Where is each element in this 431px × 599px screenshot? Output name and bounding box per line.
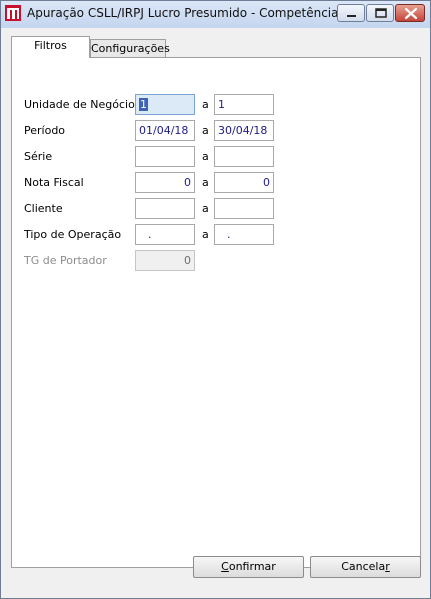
minimize-button[interactable] [337, 4, 365, 22]
range-separator: a [202, 150, 209, 163]
range-separator: a [202, 176, 209, 189]
periodo-from-input[interactable]: 01/04/18 [135, 120, 195, 141]
close-button[interactable] [395, 4, 425, 22]
cancel-button[interactable]: Cancelar [310, 556, 421, 578]
nota-fiscal-label: Nota Fiscal [24, 176, 84, 189]
tipo-operacao-label: Tipo de Operação [24, 228, 122, 241]
range-separator: a [202, 202, 209, 215]
serie-label: Série [24, 150, 53, 163]
cliente-label: Cliente [24, 202, 63, 215]
window-title: Apuração CSLL/IRPJ Lucro Presumido - Com… [27, 6, 339, 20]
minimize-icon [347, 15, 356, 17]
nota-fiscal-to-input[interactable]: 0 [214, 172, 274, 193]
periodo-label: Período [24, 124, 66, 137]
periodo-to-input[interactable]: 30/04/18 [214, 120, 274, 141]
unidade-negocio-label: Unidade de Negócio [24, 98, 135, 111]
tipo-operacao-from-input[interactable]: . [135, 224, 195, 245]
tab-filtros[interactable]: Filtros [11, 36, 90, 58]
unidade-negocio-from-input[interactable]: 1 [135, 94, 195, 115]
filters-panel: Unidade de Negócio 1 a 1 Período 01/04/1… [11, 57, 421, 568]
app-logo-icon [5, 5, 21, 21]
maximize-button[interactable] [366, 4, 394, 22]
close-icon [404, 7, 418, 20]
serie-to-input[interactable] [214, 146, 274, 167]
tab-configuracoes[interactable]: Configurações [90, 39, 170, 58]
serie-from-input[interactable] [135, 146, 195, 167]
title-bar[interactable]: Apuração CSLL/IRPJ Lucro Presumido - Com… [1, 1, 430, 28]
tg-portador-label: TG de Portador [24, 254, 107, 267]
range-separator: a [202, 124, 209, 137]
client-area: Filtros Configurações Unidade de Negócio… [2, 29, 429, 597]
cliente-from-input[interactable] [135, 198, 195, 219]
cliente-to-input[interactable] [214, 198, 274, 219]
nota-fiscal-from-input[interactable]: 0 [135, 172, 195, 193]
range-separator: a [202, 228, 209, 241]
confirm-button[interactable]: Confirmar [193, 556, 304, 578]
unidade-negocio-to-input[interactable]: 1 [214, 94, 274, 115]
tipo-operacao-to-input[interactable]: . [214, 224, 274, 245]
maximize-icon [375, 8, 387, 18]
dialog-window: Apuração CSLL/IRPJ Lucro Presumido - Com… [0, 0, 431, 599]
range-separator: a [202, 98, 209, 111]
tg-portador-input: 0 [135, 250, 195, 271]
